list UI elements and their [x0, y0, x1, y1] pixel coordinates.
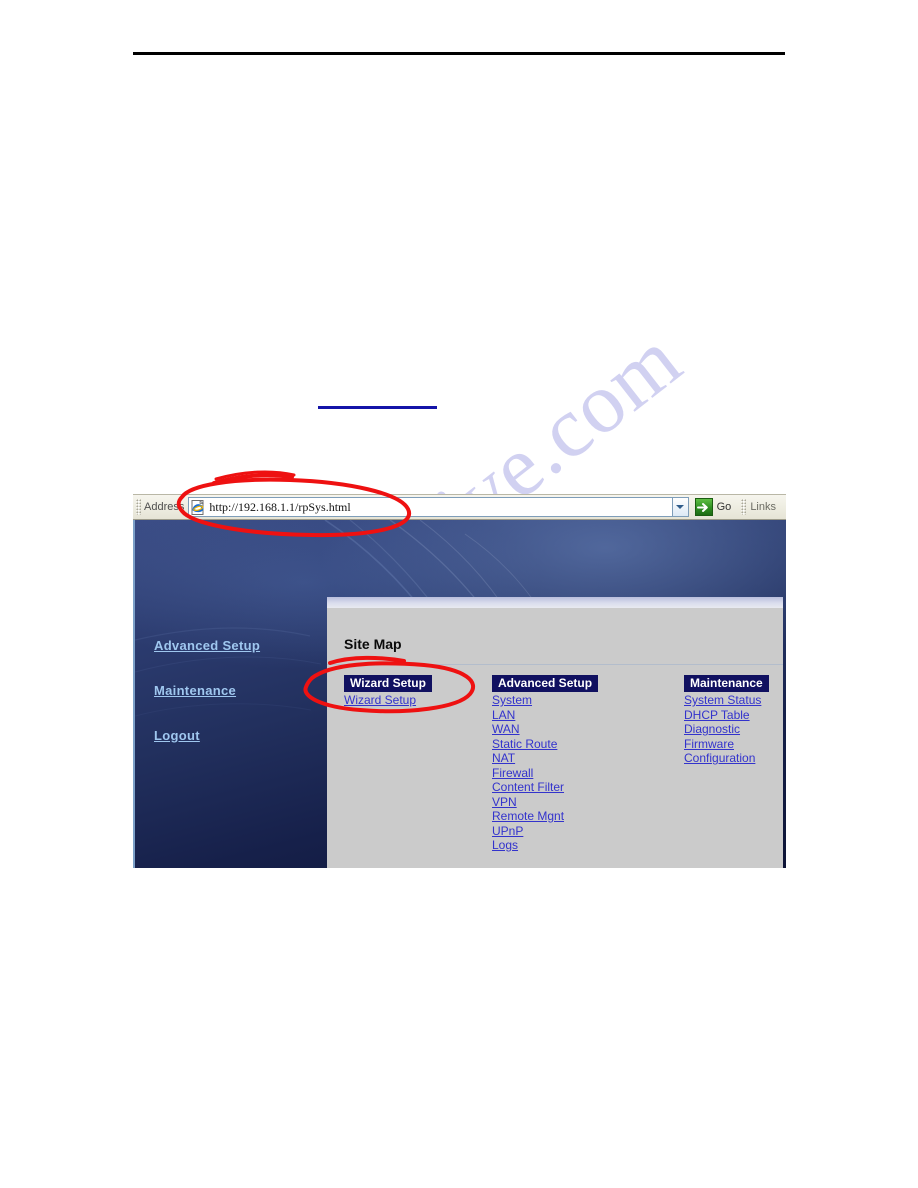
chevron-down-icon: [676, 505, 685, 509]
list-item: Logs: [492, 838, 616, 853]
url-leader-line: [212, 473, 294, 485]
link-upnp[interactable]: UPnP: [492, 824, 523, 838]
list-item: Static Route: [492, 737, 616, 752]
link-system-status[interactable]: System Status: [684, 693, 761, 707]
link-wizard-setup[interactable]: Wizard Setup: [344, 693, 416, 707]
link-configuration[interactable]: Configuration: [684, 751, 755, 765]
router-sidebar-nav: Advanced Setup Maintenance Logout: [154, 638, 314, 773]
sitemap-column-wizard-setup: Wizard Setup Wizard Setup: [344, 674, 466, 708]
go-arrow-icon: [694, 498, 713, 516]
link-wan[interactable]: WAN: [492, 722, 520, 736]
list-item: VPN: [492, 795, 616, 810]
browser-viewport: Advanced Setup Maintenance Logout Site M…: [133, 520, 786, 868]
list-item: DHCP Table: [684, 708, 774, 723]
blue-underline-mark: [318, 406, 437, 409]
panel-body: Site Map Wizard Setup Wizard Setup Advan…: [327, 608, 783, 868]
panel-top-band: [327, 597, 783, 608]
list-item: Firmware: [684, 737, 774, 752]
list-item: Configuration: [684, 751, 774, 766]
list-item: Firewall: [492, 766, 616, 781]
link-system[interactable]: System: [492, 693, 532, 707]
list-item: NAT: [492, 751, 616, 766]
site-map-columns: Wizard Setup Wizard Setup Advanced Setup…: [327, 674, 783, 864]
links-grip-icon[interactable]: [741, 499, 747, 515]
sidebar-item-logout[interactable]: Logout: [154, 728, 314, 743]
content-panel: Site Map Wizard Setup Wizard Setup Advan…: [327, 597, 783, 868]
link-firewall[interactable]: Firewall: [492, 766, 533, 780]
address-dropdown-button[interactable]: [671, 497, 689, 517]
browser-address-bar: Address http://192.168.1.1/rpSys.html Go…: [133, 494, 786, 520]
page-header-rule: [133, 52, 785, 55]
list-item: System Status: [684, 693, 774, 708]
go-button[interactable]: Go: [694, 498, 732, 516]
link-dhcp-table[interactable]: DHCP Table: [684, 708, 750, 722]
column-link-list-wizard-setup: Wizard Setup: [344, 693, 466, 708]
column-heading-maintenance: Maintenance: [684, 675, 769, 692]
list-item: UPnP: [492, 824, 616, 839]
link-logs[interactable]: Logs: [492, 838, 518, 852]
page-title: Site Map: [344, 636, 402, 652]
toolbar-grip-icon[interactable]: [136, 499, 141, 515]
sidebar-item-advanced-setup[interactable]: Advanced Setup: [154, 638, 314, 653]
link-remote-mgnt[interactable]: Remote Mgnt: [492, 809, 564, 823]
list-item: LAN: [492, 708, 616, 723]
column-heading-advanced-setup: Advanced Setup: [492, 675, 599, 692]
address-url-text: http://192.168.1.1/rpSys.html: [209, 499, 351, 514]
column-link-list-advanced-setup: System LAN WAN Static Route NAT Firewall…: [492, 693, 616, 853]
url-leader-line-2: [214, 470, 296, 481]
list-item: Wizard Setup: [344, 693, 466, 708]
link-diagnostic[interactable]: Diagnostic: [684, 722, 740, 736]
list-item: Remote Mgnt: [492, 809, 616, 824]
column-link-list-maintenance: System Status DHCP Table Diagnostic Firm…: [684, 693, 774, 766]
link-vpn[interactable]: VPN: [492, 795, 517, 809]
list-item: System: [492, 693, 616, 708]
sitemap-column-advanced-setup: Advanced Setup System LAN WAN Static Rou…: [492, 674, 616, 853]
list-item: Content Filter: [492, 780, 616, 795]
column-heading-wizard-setup: Wizard Setup: [344, 675, 432, 692]
panel-divider: [327, 664, 783, 665]
link-nat[interactable]: NAT: [492, 751, 515, 765]
link-firmware[interactable]: Firmware: [684, 737, 734, 751]
list-item: Diagnostic: [684, 722, 774, 737]
sitemap-column-maintenance: Maintenance System Status DHCP Table Dia…: [684, 674, 774, 766]
link-lan[interactable]: LAN: [492, 708, 515, 722]
browser-screenshot: Address http://192.168.1.1/rpSys.html Go…: [133, 494, 786, 868]
ie-page-icon: [191, 499, 206, 515]
link-static-route[interactable]: Static Route: [492, 737, 557, 751]
address-label: Address: [144, 501, 185, 513]
go-button-label: Go: [716, 501, 732, 513]
link-content-filter[interactable]: Content Filter: [492, 780, 564, 794]
sidebar-item-maintenance[interactable]: Maintenance: [154, 683, 314, 698]
links-toolbar-label: Links: [750, 501, 776, 513]
address-input[interactable]: http://192.168.1.1/rpSys.html: [188, 497, 672, 517]
list-item: WAN: [492, 722, 616, 737]
